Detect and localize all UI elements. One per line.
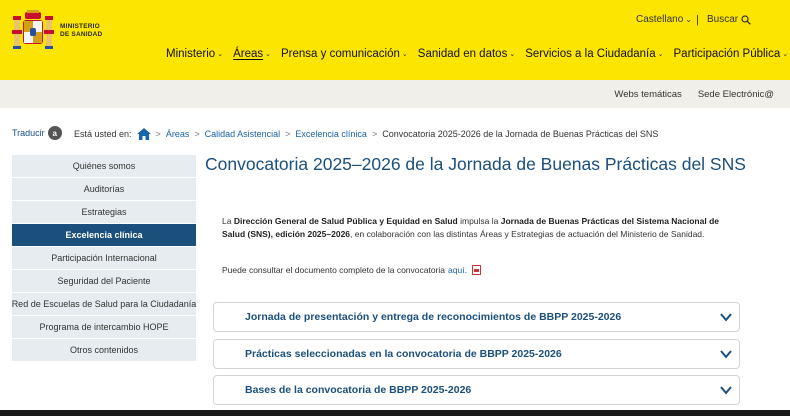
accordion-title: Prácticas seleccionadas en la convocator… — [245, 348, 562, 360]
secondary-bar: Webs temáticas Sede Electrónic@ — [0, 80, 790, 108]
nav-label: Sanidad en datos — [417, 48, 508, 60]
header-divider: | — [696, 14, 699, 26]
nav-ministerio[interactable]: Ministerio ⌄ — [166, 48, 223, 60]
nav-label: Ministerio — [166, 48, 216, 60]
coat-of-arms-logo[interactable] — [11, 10, 55, 54]
ministry-name-line1: MINISTERIO — [60, 23, 100, 30]
main-navigation: Ministerio ⌄ Áreas ⌄ Prensa y comunicación… — [166, 48, 788, 60]
breadcrumb-separator: > — [371, 129, 378, 139]
sidebar-item-excelencia-clinica[interactable]: Excelencia clínica — [12, 224, 196, 247]
breadcrumb: Está usted en: > Áreas > Calidad Asisten… — [74, 128, 658, 140]
breadcrumb-excelencia[interactable]: Excelencia clínica — [295, 129, 367, 139]
sidebar-menu: Quiénes somos Auditorías Estrategias Exc… — [12, 155, 196, 362]
sidebar-item-red-escuelas[interactable]: Red de Escuelas de Salud para la Ciudada… — [12, 293, 196, 316]
search-button[interactable]: Buscar — [707, 14, 751, 25]
accordion-title: Bases de la convocatoria de BBPP 2025-20… — [245, 384, 472, 396]
webs-tematicas-link[interactable]: Webs temáticas — [614, 89, 681, 100]
language-selector[interactable]: Castellano ⌄ — [636, 14, 692, 25]
accordion-jornada[interactable]: Jornada de presentación y entrega de rec… — [213, 302, 740, 332]
breadcrumb-separator: > — [155, 129, 161, 139]
sidebar-item-otros[interactable]: Otros contenidos — [12, 339, 196, 362]
breadcrumb-prefix: Está usted en: — [74, 129, 132, 139]
intro-text: La — [222, 216, 234, 226]
chevron-down-icon: ⌄ — [657, 51, 664, 58]
accordion-bases[interactable]: Bases de la convocatoria de BBPP 2025-20… — [213, 375, 740, 405]
accordion-title: Jornada de presentación y entrega de rec… — [245, 311, 622, 323]
search-label: Buscar — [707, 14, 739, 25]
chevron-down-icon: ⌄ — [217, 51, 224, 58]
chevron-down-icon: ⌄ — [782, 51, 789, 58]
intro-text: impulsa la — [457, 216, 501, 226]
ministry-name-line2: DE SANIDAD — [60, 31, 103, 38]
language-label: Castellano — [636, 14, 684, 25]
sede-electronica-link[interactable]: Sede Electrónic@ — [698, 89, 774, 100]
nav-label: Servicios a la Ciudadanía — [525, 48, 656, 60]
intro-paragraph: La Dirección General de Salud Pública y … — [222, 215, 742, 240]
home-icon[interactable] — [136, 128, 151, 140]
chevron-down-icon — [720, 313, 732, 322]
translate-button[interactable]: Traducir a — [12, 126, 62, 140]
chevron-down-icon: ⌄ — [509, 51, 516, 58]
nav-label: Áreas — [233, 48, 264, 60]
intro-bold: Dirección General de Salud Pública y Equ… — [233, 216, 458, 226]
intro-text: , en colaboración con las distintas Área… — [350, 228, 705, 239]
bottom-edge — [0, 410, 790, 416]
document-link[interactable]: aquí. — [448, 265, 467, 275]
breadcrumb-separator: > — [285, 129, 291, 139]
translate-label: Traducir — [12, 128, 45, 138]
sidebar-item-auditorias[interactable]: Auditorías — [12, 178, 196, 201]
sidebar-item-participacion-internacional[interactable]: Participación Internacional — [12, 247, 196, 270]
chevron-down-icon — [720, 350, 732, 359]
sidebar-item-quienes-somos[interactable]: Quiénes somos — [12, 155, 196, 178]
document-note: Puede consultar el documento completo de… — [222, 265, 481, 275]
nav-prensa[interactable]: Prensa y comunicación ⌄ — [281, 48, 408, 60]
nav-servicios[interactable]: Servicios a la Ciudadanía ⌄ — [525, 48, 663, 60]
sidebar-item-seguridad-paciente[interactable]: Seguridad del Paciente — [12, 270, 196, 293]
nav-label: Participación Pública — [673, 48, 781, 60]
sidebar-item-hope[interactable]: Programa de intercambio HOPE — [12, 316, 196, 339]
sidebar-item-estrategias[interactable]: Estrategias — [12, 201, 196, 224]
nav-participacion[interactable]: Participación Pública ⌄ — [674, 48, 789, 60]
chevron-down-icon: ⌄ — [401, 51, 408, 58]
note-text: Puede consultar el documento completo de… — [222, 265, 446, 275]
nav-sanidad-datos[interactable]: Sanidad en datos ⌄ — [418, 48, 515, 60]
secondary-links: Webs temáticas Sede Electrónic@ — [614, 89, 774, 100]
chevron-down-icon: ⌄ — [685, 15, 692, 24]
chevron-down-icon: ⌄ — [265, 51, 272, 58]
nav-label: Prensa y comunicación — [281, 48, 400, 60]
accordion-practicas[interactable]: Prácticas seleccionadas en la convocator… — [213, 339, 740, 369]
search-icon — [741, 14, 751, 25]
page-title: Convocatoria 2025–2026 de la Jornada de … — [205, 154, 746, 174]
nav-areas[interactable]: Áreas ⌄ — [233, 48, 271, 60]
translate-icon: a — [47, 126, 62, 140]
breadcrumb-separator: > — [194, 129, 200, 139]
ministry-name[interactable]: MINISTERIO DE SANIDAD — [60, 23, 102, 39]
chevron-down-icon — [720, 386, 732, 395]
breadcrumb-current: Convocatoria 2025-2026 de la Jornada de … — [382, 129, 659, 139]
breadcrumb-calidad[interactable]: Calidad Asistencial — [205, 129, 281, 139]
top-header: MINISTERIO DE SANIDAD Castellano ⌄ | Busc… — [0, 0, 790, 80]
breadcrumb-areas[interactable]: Áreas — [166, 129, 190, 139]
pdf-icon — [471, 265, 481, 275]
